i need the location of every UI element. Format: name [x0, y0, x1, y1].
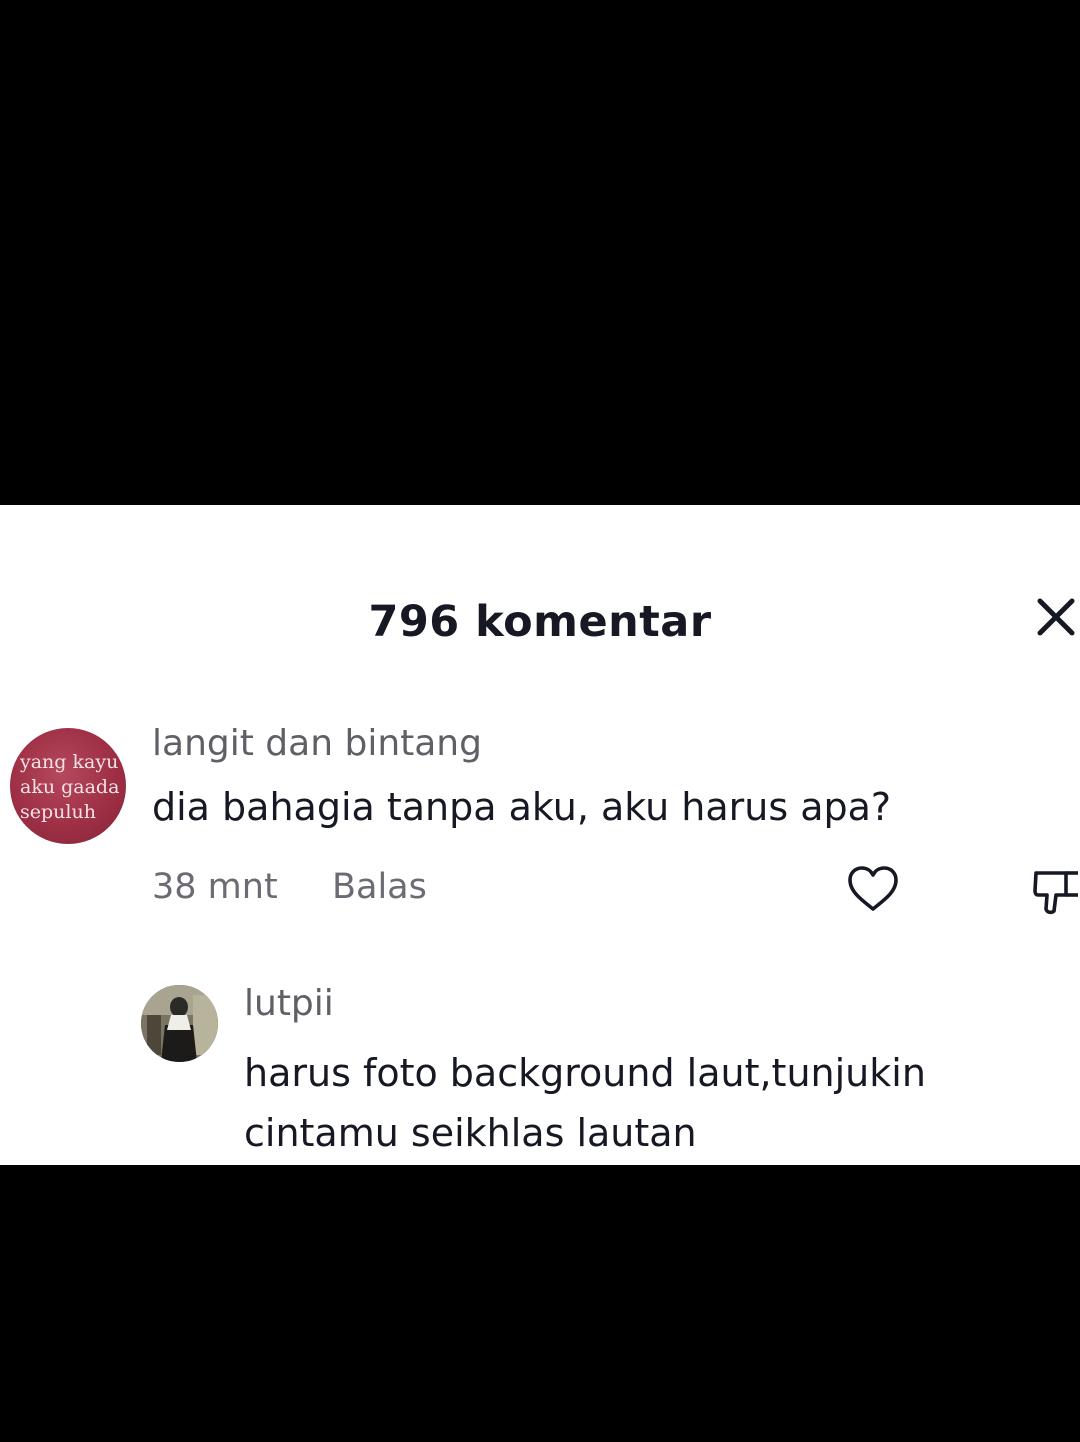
close-icon — [1037, 598, 1075, 636]
reply-username[interactable]: lutpii — [244, 983, 334, 1024]
reply-avatar[interactable] — [141, 985, 218, 1062]
thumbs-down-icon — [1033, 871, 1078, 915]
like-button[interactable] — [846, 865, 900, 913]
reply-text-line: cintamu seikhlas lautan — [244, 1111, 697, 1155]
reply-button[interactable]: Balas — [332, 867, 427, 907]
comment-username[interactable]: langit dan bintang — [152, 723, 482, 764]
close-button[interactable] — [1030, 593, 1080, 643]
avatar-image-text: yang kayu aku gaada sepuluh — [20, 751, 120, 823]
video-area-top — [0, 0, 1080, 505]
avatar[interactable]: yang kayu aku gaada sepuluh — [10, 728, 126, 844]
avatar-photo — [141, 985, 218, 1062]
reply-text: harus foto background laut,tunjukin cint… — [244, 1043, 1004, 1163]
video-area-bottom — [0, 1165, 1080, 1442]
heart-icon — [848, 866, 898, 911]
comments-panel: 796 komentar yang kayu aku gaada sepuluh… — [0, 505, 1080, 1165]
dislike-button[interactable] — [1032, 867, 1080, 917]
reply-text-line: harus foto background laut,tunjukin — [244, 1051, 926, 1095]
comment-timestamp: 38 mnt — [152, 867, 278, 907]
comment-text: dia bahagia tanpa aku, aku harus apa? — [152, 785, 892, 829]
comments-count-title: 796 komentar — [368, 597, 712, 647]
